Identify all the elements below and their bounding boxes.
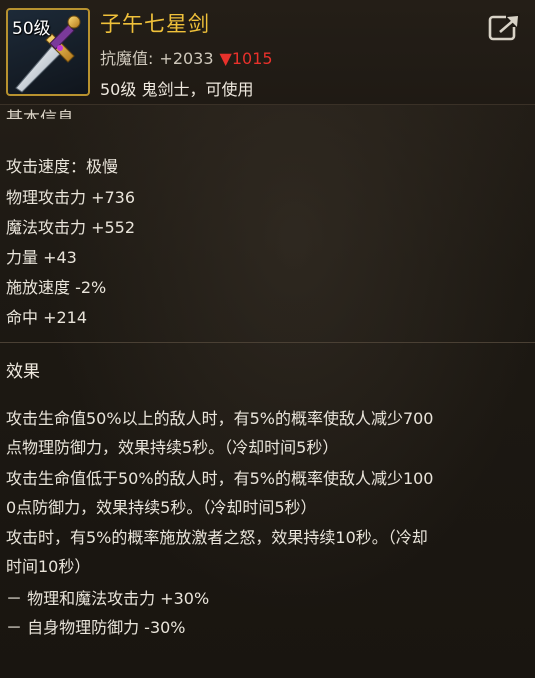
effect-line: 0点防御力，效果持续5秒。（冷却时间5秒） <box>6 498 317 517</box>
item-level-tag: 50级 <box>12 19 51 39</box>
resistance-delta: ▼1015 <box>219 49 273 68</box>
resistance-label: 抗魔值: <box>100 49 154 68</box>
share-icon[interactable] <box>488 12 522 42</box>
resistance-row: 抗魔值: +2033 ▼1015 <box>100 45 273 69</box>
section-divider <box>0 342 535 343</box>
stat-magic-attack: 魔法攻击力 +552 <box>6 218 136 237</box>
basic-info-heading: 基本信息 <box>6 109 74 119</box>
stat-attack-speed: 攻击速度：极慢 <box>6 157 119 176</box>
item-tooltip: 50级 子午七星剑 抗魔值: +2033 ▼1015 50级 鬼剑士，可使用 基本信… <box>0 0 535 678</box>
stat-physical-attack: 物理攻击力 +736 <box>6 188 136 207</box>
stat-strength: 力量 +43 <box>6 248 77 267</box>
stat-hit-rate: 命中 +214 <box>6 308 88 327</box>
resistance-value: +2033 <box>159 49 214 68</box>
effect-line: 时间10秒） <box>6 557 91 576</box>
effect-line: 攻击生命值50%以上的敌人时，有5%的概率使敌人减少700 <box>6 409 434 428</box>
effect-line: 攻击时，有5%的概率施放激者之怒，效果持续10秒。（冷却 <box>6 528 428 547</box>
item-header: 50级 子午七星剑 抗魔值: +2033 ▼1015 50级 鬼剑士，可使用 <box>0 0 535 105</box>
item-name: 子午七星剑 <box>100 12 210 36</box>
effect-line: 点物理防御力，效果持续5秒。（冷却时间5秒） <box>6 438 339 457</box>
effect-bonus-line: － 物理和魔法攻击力 +30% <box>6 589 210 608</box>
stat-cast-speed: 施放速度 -2% <box>6 278 107 297</box>
effects-heading: 效果 <box>6 362 40 382</box>
requirement-text: 50级 鬼剑士，可使用 <box>100 80 254 99</box>
effect-line: 攻击生命值低于50%的敌人时，有5%的概率使敌人减少100 <box>6 469 434 488</box>
effect-bonus-line: － 自身物理防御力 -30% <box>6 618 186 637</box>
item-icon-frame[interactable]: 50级 <box>6 8 90 96</box>
